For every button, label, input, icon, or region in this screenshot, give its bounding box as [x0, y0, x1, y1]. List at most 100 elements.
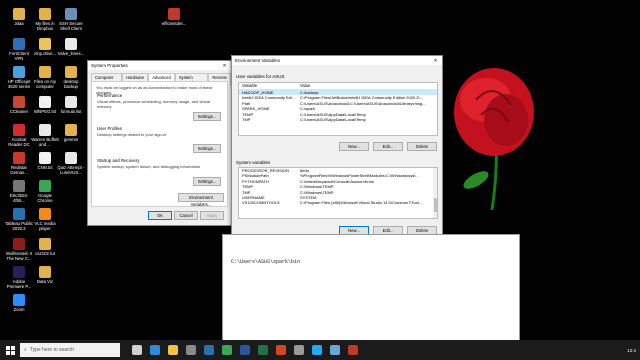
- desktop-icon-efficientdet[interactable]: efficientdet...: [160, 8, 188, 26]
- variable-name: TMP: [242, 116, 251, 122]
- user-profiles-settings-button[interactable]: Settings...: [193, 144, 221, 153]
- desktop-icon[interactable]: Tableau Public 2020.3: [5, 208, 33, 231]
- notepad-icon[interactable]: [326, 340, 344, 360]
- user-edit-button[interactable]: Edit...: [373, 142, 403, 151]
- environment-variables-window[interactable]: Environment Variables ✕ User variables f…: [231, 55, 443, 260]
- user-delete-button[interactable]: Delete: [407, 142, 437, 151]
- desktop-icon[interactable]: SSH Secure Shell Client: [57, 8, 85, 31]
- app-icon: [39, 208, 51, 220]
- search-icon: ⌕: [24, 347, 27, 353]
- desktop-icon[interactable]: CCleaner: [5, 96, 33, 114]
- app-icon[interactable]: [344, 340, 362, 360]
- system-properties-window[interactable]: System Properties ✕ Computer Name Hardwa…: [87, 60, 232, 226]
- desktop-icon[interactable]: Google Chrome: [31, 180, 59, 203]
- start-button[interactable]: [0, 340, 20, 360]
- desktop-icon[interactable]: Jdaa: [5, 8, 33, 26]
- close-icon[interactable]: ✕: [432, 58, 439, 64]
- desktop-icon[interactable]: Acrobat Reader DC: [5, 124, 33, 147]
- app-icon: [65, 124, 77, 136]
- desktop-icon-label: Wolfenstein II The New C...: [6, 251, 32, 261]
- user-variables-table[interactable]: Variable Value HADOOP_HOME C:\hadoop Intel…: [238, 82, 438, 136]
- desktop-icon-label: Files on my computer: [34, 79, 56, 89]
- desktop-icon-label: genmm: [63, 137, 79, 142]
- desktop-icon[interactable]: formula list: [57, 96, 85, 114]
- scrollbar-thumb[interactable]: [433, 198, 437, 212]
- app-icon: [39, 124, 51, 136]
- ok-button[interactable]: OK: [148, 211, 172, 220]
- mail-icon[interactable]: [200, 340, 218, 360]
- desktop-icon-label: VLC media player: [34, 221, 56, 231]
- desktop-icon[interactable]: Zoom: [5, 294, 33, 312]
- edge-icon[interactable]: [146, 340, 164, 360]
- word-icon-glyph: [240, 345, 250, 355]
- desktop-icon[interactable]: VLC media player: [31, 208, 59, 231]
- desktop-icon-label: Jdaa: [14, 21, 24, 26]
- startup-settings-button[interactable]: Settings...: [193, 177, 221, 186]
- advanced-panel: You must be logged on as an Administrato…: [91, 81, 228, 207]
- excel-icon[interactable]: [254, 340, 272, 360]
- app-icon: [13, 208, 25, 220]
- notepad-text[interactable]: C:\Users\ASUS\spark\bin: [231, 259, 300, 265]
- table-row[interactable]: VS140COMNTOOLS C:\Program Files (x86)\Mic…: [239, 200, 437, 205]
- taskbar-search[interactable]: ⌕ Type here to search: [20, 343, 120, 357]
- task-view-icon-glyph: [132, 345, 142, 355]
- variable-value: C:\Program Files (x86)\Microsoft Visual …: [300, 200, 423, 206]
- word-icon[interactable]: [236, 340, 254, 360]
- desktop-icon[interactable]: Wolfenstein II The New C...: [5, 238, 33, 261]
- desktop-icon[interactable]: Redistar Gemax...: [5, 152, 33, 175]
- chrome-icon[interactable]: [218, 340, 236, 360]
- apply-button[interactable]: Apply: [200, 211, 224, 220]
- desktop-icon[interactable]: desktop backup: [57, 66, 85, 89]
- store-icon-glyph: [186, 345, 196, 355]
- system-variables-table[interactable]: PROCESSOR_REVISION 8e0a PSModulePath %Progr…: [238, 167, 438, 219]
- desktop-icon[interactable]: cs2102 tut: [31, 238, 59, 256]
- performance-settings-button[interactable]: Settings...: [193, 112, 221, 121]
- system-tray[interactable]: 12:4: [627, 340, 636, 360]
- close-icon[interactable]: ✕: [221, 63, 228, 69]
- desktop-icon-label: Valve_lnves...: [57, 51, 85, 56]
- app-icon: [39, 152, 51, 164]
- app-icon: [13, 294, 25, 306]
- desktop-icon[interactable]: My files in Dropbox: [31, 8, 59, 31]
- vscode-icon[interactable]: [308, 340, 326, 360]
- desktop-icon[interactable]: zmp.drive...: [31, 38, 59, 56]
- startup-text: System startup, system failure, and debu…: [97, 164, 201, 169]
- startup-title: Startup and Recovery: [97, 158, 140, 163]
- desktop-icon[interactable]: genmm: [57, 124, 85, 142]
- column-value[interactable]: Value: [300, 83, 437, 89]
- task-view-icon[interactable]: [128, 340, 146, 360]
- app-icon: [65, 66, 77, 78]
- title-bar[interactable]: System Properties ✕: [88, 61, 231, 70]
- app-icon: [65, 38, 77, 50]
- desktop-icon[interactable]: HP Officejet 4620 series: [5, 66, 33, 89]
- search-placeholder: Type here to search: [29, 347, 75, 353]
- file-explorer-icon[interactable]: [164, 340, 182, 360]
- store-icon[interactable]: [182, 340, 200, 360]
- file-explorer-icon-glyph: [168, 345, 178, 355]
- desktop-icon[interactable]: Valve_lnves...: [57, 38, 85, 56]
- desktop-icon[interactable]: Data Viz: [31, 266, 59, 284]
- desktop-icon-label: Zoom: [13, 307, 25, 312]
- desktop-icon[interactable]: WhiPEG.txt: [31, 96, 59, 114]
- table-row[interactable]: TMP C:\Users\ASUS\AppData\Local\Temp: [239, 117, 437, 122]
- desktop-icon-label: My files in Dropbox: [35, 21, 55, 31]
- settings-icon[interactable]: [290, 340, 308, 360]
- desktop-icon[interactable]: E8c3b03-4fb5...: [5, 180, 33, 203]
- desktop-icon[interactable]: Quiz Attempt - LumiHUS...: [57, 152, 85, 175]
- powerpoint-icon[interactable]: [272, 340, 290, 360]
- user-profiles-text: Desktop settings related to your sign-in: [97, 132, 167, 137]
- desktop-icon[interactable]: Adobe Premiere P...: [5, 266, 33, 289]
- column-variable[interactable]: Variable: [239, 83, 300, 89]
- user-new-button[interactable]: New...: [339, 142, 369, 151]
- environment-variables-button[interactable]: Environment Variables...: [178, 193, 224, 207]
- vscode-icon-glyph: [312, 345, 322, 355]
- desktop-icon[interactable]: Warren Buffett and ...: [31, 124, 59, 147]
- title-bar[interactable]: Environment Variables ✕: [232, 56, 442, 65]
- notepad-window[interactable]: C:\Users\ASUS\spark\bin: [222, 234, 520, 342]
- scrollbar[interactable]: [433, 168, 437, 218]
- cancel-button[interactable]: Cancel: [174, 211, 198, 220]
- desktop-icon[interactable]: Files on my computer: [31, 66, 59, 89]
- desktop-icon[interactable]: FortiClient VPN: [5, 38, 33, 61]
- desktop-icon[interactable]: CNN.txt: [31, 152, 59, 170]
- clock[interactable]: 12:4: [627, 348, 636, 353]
